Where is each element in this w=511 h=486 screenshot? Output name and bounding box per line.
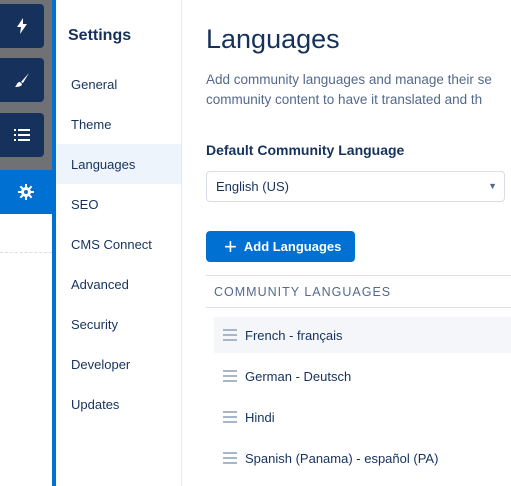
page-description: Add community languages and manage their…: [206, 70, 511, 110]
languages-content: Languages Add community languages and ma…: [182, 0, 511, 486]
drag-handle-icon[interactable]: [223, 370, 237, 382]
gear-icon: [18, 184, 34, 200]
paintbrush-icon: [14, 72, 30, 88]
settings-item-updates[interactable]: Updates: [56, 384, 181, 424]
drag-handle-icon[interactable]: [223, 452, 237, 464]
language-row-german[interactable]: German - Deutsch: [214, 358, 511, 394]
settings-item-general[interactable]: General: [56, 64, 181, 104]
default-language-value: English (US): [216, 179, 289, 194]
language-name: German - Deutsch: [245, 368, 352, 384]
settings-panel: Settings General Theme Languages SEO CMS…: [52, 0, 182, 486]
description-line-2: community content to have it translated …: [206, 92, 483, 107]
add-languages-label: Add Languages: [243, 239, 342, 254]
drag-handle-icon[interactable]: [223, 329, 237, 341]
language-row-hindi[interactable]: Hindi: [214, 399, 511, 435]
community-languages-header: COMMUNITY LANGUAGES: [206, 275, 511, 308]
dropdown-arrow-icon: ▼: [488, 181, 497, 191]
settings-item-developer[interactable]: Developer: [56, 344, 181, 384]
rail-builder-button[interactable]: [0, 4, 44, 48]
language-name: French - français: [245, 327, 343, 343]
settings-item-security[interactable]: Security: [56, 304, 181, 344]
plus-icon: +: [224, 233, 237, 259]
page-title: Languages: [206, 24, 340, 54]
rail-settings-button[interactable]: [0, 170, 52, 214]
settings-item-theme[interactable]: Theme: [56, 104, 181, 144]
list-icon: [14, 128, 30, 142]
settings-item-languages[interactable]: Languages: [56, 144, 181, 184]
language-row-french[interactable]: French - français: [214, 317, 511, 353]
language-name: Spanish (Panama) - español (PA): [245, 450, 439, 466]
drag-handle-icon[interactable]: [223, 411, 237, 423]
settings-item-seo[interactable]: SEO: [56, 184, 181, 224]
language-row-spanish-panama[interactable]: Spanish (Panama) - español (PA): [214, 440, 511, 476]
default-language-label: Default Community Language: [206, 142, 405, 158]
language-name: Hindi: [245, 409, 275, 425]
icon-rail: [0, 0, 52, 486]
lightning-icon: [16, 18, 28, 34]
description-line-1: Add community languages and manage their…: [206, 72, 492, 87]
settings-item-advanced[interactable]: Advanced: [56, 264, 181, 304]
default-language-select[interactable]: English (US) ▼: [206, 171, 505, 202]
rail-divider: [0, 252, 52, 253]
rail-pages-button[interactable]: [0, 113, 44, 157]
rail-theme-button[interactable]: [0, 58, 44, 102]
settings-title: Settings: [68, 27, 132, 44]
settings-item-cms-connect[interactable]: CMS Connect: [56, 224, 181, 264]
add-languages-button[interactable]: + Add Languages: [206, 231, 355, 262]
